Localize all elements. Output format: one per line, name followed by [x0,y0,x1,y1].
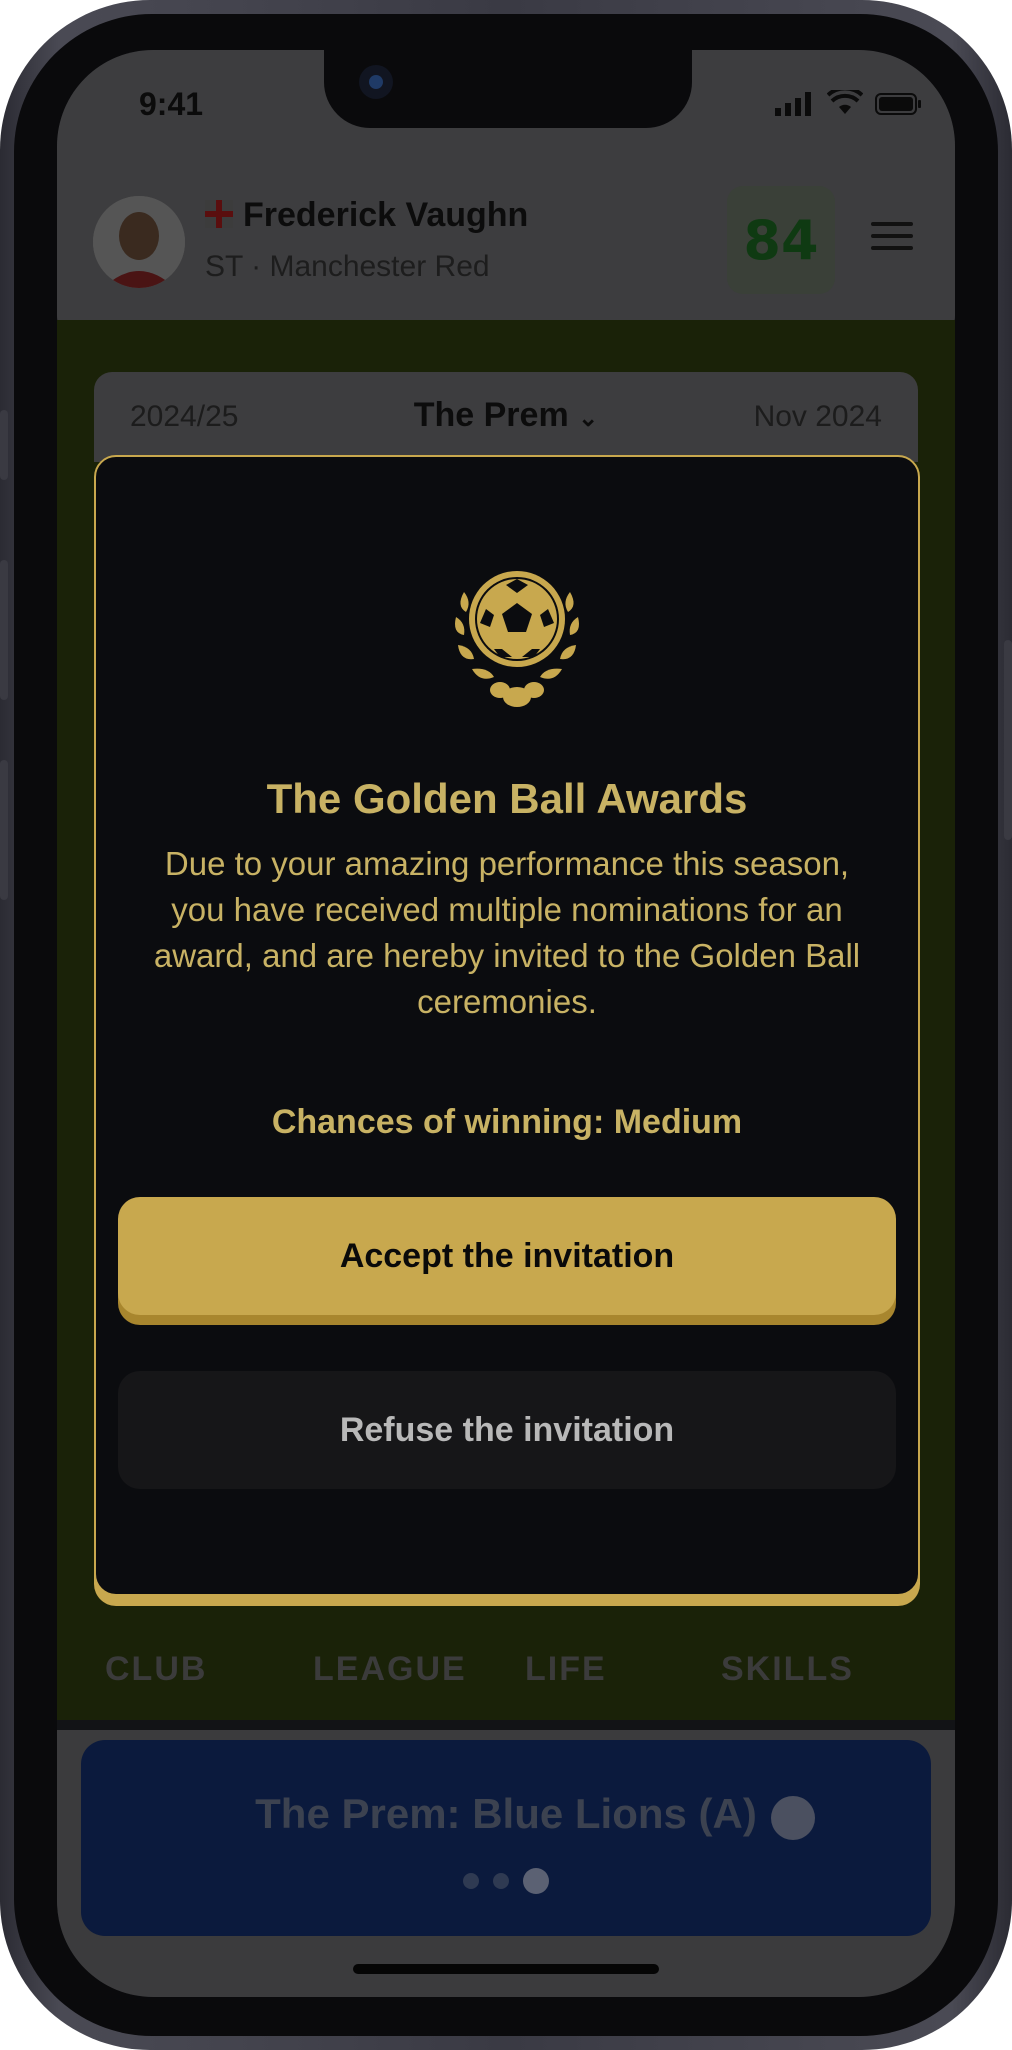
fixture-card[interactable]: The Prem: Blue Lions (A) [81,1740,931,1936]
volume-up-button [0,560,8,700]
modal-description: Due to your amazing performance this sea… [153,845,861,1020]
power-button [1004,640,1012,840]
accept-invitation-button[interactable]: Accept the invitation [118,1197,896,1315]
refuse-invitation-button[interactable]: Refuse the invitation [118,1371,896,1489]
player-position-club: ST · Manchester Red [205,250,490,283]
battery-icon [875,93,921,115]
status-time: 9:41 [139,86,204,122]
carousel-dots [81,1868,931,1894]
phone-frame: 9:41 Frederick Vaughn ST · Manchester Re… [0,0,1012,2050]
carousel-dot[interactable] [463,1873,479,1889]
league-name: The Prem [413,396,569,434]
menu-icon[interactable] [871,222,913,252]
bottom-nav: CLUB LEAGUE LIFE SKILLS [57,1650,955,1710]
season-month: Nov 2024 [753,400,882,433]
nav-life[interactable]: LIFE [525,1650,607,1689]
player-avatar-icon [93,196,185,288]
carousel-dot[interactable] [493,1873,509,1889]
golden-ball-trophy-icon [455,571,579,707]
screen: 9:41 Frederick Vaughn ST · Manchester Re… [57,50,955,1997]
nav-skills[interactable]: SKILLS [721,1650,854,1689]
mute-switch [0,410,8,480]
nav-league[interactable]: LEAGUE [313,1650,467,1689]
camera [359,65,393,99]
arrow-right-icon[interactable] [771,1796,815,1840]
golden-ball-modal: The Golden Ball Awards Due to your amazi… [94,455,920,1596]
england-flag-icon [205,200,233,228]
status-icons [775,90,923,116]
nav-club[interactable]: CLUB [105,1650,207,1689]
modal-title: The Golden Ball Awards [266,775,748,822]
player-rating: 84 [727,186,835,294]
carousel-dot-active[interactable] [523,1868,549,1894]
wifi-icon [827,90,863,114]
volume-down-button [0,760,8,900]
win-chance: Chances of winning: Medium [271,1103,743,1141]
player-name: Frederick Vaughn [243,196,529,234]
home-indicator [353,1964,659,1974]
signal-icon [775,92,811,116]
chevron-down-icon: ⌄ [578,405,599,432]
avatar[interactable] [93,196,185,288]
season-bar: 2024/25 The Prem ⌄ Nov 2024 [94,372,918,462]
